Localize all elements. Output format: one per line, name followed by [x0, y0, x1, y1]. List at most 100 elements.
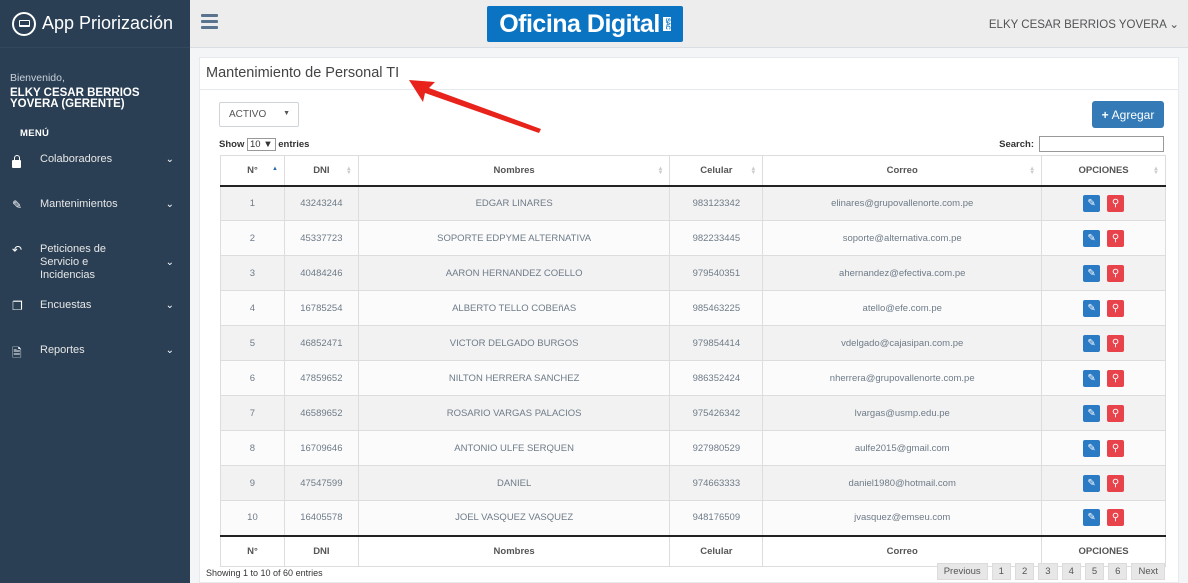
chevron-down-icon: ⌄ [165, 154, 174, 165]
cell-n: 7 [220, 395, 285, 431]
chevron-down-icon: ⌄ [1169, 19, 1179, 31]
cell-celular: 948176509 [669, 500, 764, 536]
col-header-dni[interactable]: DNI ▲ ▼ [283, 155, 359, 187]
table-row: 7 46589652 ROSARIO VARGAS PALACIOS 97542634… [220, 395, 1166, 431]
cell-correo: elinares@grupovallenorte.com.pe [762, 185, 1043, 221]
delete-button[interactable]: ⚲ [1107, 404, 1125, 422]
sidebar-item-label: Reportes [40, 344, 85, 356]
cell-dni: 43243244 [283, 185, 359, 221]
table-row: 10 16405578 JOEL VASQUEZ VASQUEZ 948176509 j… [220, 500, 1166, 536]
sidebar-item-encuestas[interactable]: ❐ Encuestas ⌄ [0, 299, 190, 344]
delete-icon: ⚲ [1111, 267, 1120, 279]
pencil-icon: ✎ [1087, 197, 1096, 209]
app-brand[interactable]: App Priorización [0, 0, 190, 48]
sidebar-item-reportes[interactable]: 🗎 Reportes ⌄ [0, 344, 190, 389]
user-menu-label: ELKY CESAR BERRIOS YOVERA [988, 19, 1167, 31]
cell-dni: 16785254 [283, 290, 359, 326]
col-header-n[interactable]: N° ▲ [220, 155, 285, 187]
logo-text: Oficina Digital [499, 9, 660, 38]
pencil-icon: ✎ [1087, 232, 1096, 244]
cell-dni: 47859652 [283, 360, 359, 396]
pagination-next[interactable]: Next [1131, 563, 1165, 580]
delete-button[interactable]: ⚲ [1107, 194, 1125, 212]
pagination-page[interactable]: 4 [1061, 563, 1081, 580]
pencil-icon: ✎ [1087, 372, 1096, 384]
footer-col-celular: Celular [669, 534, 764, 567]
pencil-icon: ✎ [1087, 477, 1096, 489]
edit-button[interactable]: ✎ [1083, 334, 1101, 352]
file-icon: 🗎 [12, 346, 22, 360]
search-input[interactable] [1039, 136, 1164, 152]
pagination-page[interactable]: 5 [1084, 563, 1105, 580]
delete-button[interactable]: ⚲ [1107, 334, 1125, 352]
page-length-select[interactable]: 10 ▼ [246, 138, 276, 151]
cell-nombres: JOEL VASQUEZ VASQUEZ [357, 500, 671, 536]
footer-col-correo: Correo [762, 534, 1043, 567]
edit-button[interactable]: ✎ [1083, 404, 1101, 422]
cell-correo: soporte@alternativa.com.pe [762, 220, 1043, 256]
pagination-previous[interactable]: Previous [936, 563, 988, 580]
edit-button[interactable]: ✎ [1083, 299, 1101, 317]
col-header-opciones[interactable]: OPCIONES ▲ ▼ [1041, 155, 1166, 187]
status-select[interactable]: ACTIVO ▼ [219, 102, 299, 127]
edit-button[interactable]: ✎ [1083, 474, 1101, 492]
cell-nombres: VICTOR DELGADO BURGOS [357, 325, 671, 361]
delete-icon: ⚲ [1111, 302, 1120, 314]
cell-celular: 979540351 [669, 255, 764, 291]
delete-button[interactable]: ⚲ [1107, 439, 1125, 457]
edit-button[interactable]: ✎ [1083, 194, 1101, 212]
cell-nombres: DANIEL [357, 465, 671, 501]
plus-icon: + [1101, 107, 1109, 122]
col-header-celular[interactable]: Celular ▲ ▼ [669, 155, 764, 187]
delete-icon: ⚲ [1111, 442, 1120, 454]
cell-correo: jvasquez@emseu.com [762, 500, 1043, 536]
table-info: Showing 1 to 10 of 60 entries [206, 568, 323, 578]
sidebar-item-mantenimientos[interactable]: ✎ Mantenimientos ⌄ [0, 198, 190, 243]
pagination-page[interactable]: 2 [1014, 563, 1035, 580]
delete-icon: ⚲ [1111, 407, 1120, 419]
menu-toggle-icon[interactable] [201, 14, 218, 32]
delete-button[interactable]: ⚲ [1107, 299, 1125, 317]
edit-icon: ✎ [12, 198, 23, 212]
cell-nombres: ALBERTO TELLO COBEñAS [357, 290, 671, 326]
cell-celular: 986352424 [669, 360, 764, 396]
sidebar-item-colaboradores[interactable]: Colaboradores ⌄ [0, 153, 190, 198]
cell-correo: nherrera@grupovallenorte.com.pe [762, 360, 1043, 396]
user-menu[interactable]: ELKY CESAR BERRIOS YOVERA ⌄ [989, 17, 1179, 31]
cell-opciones: ✎ ⚲ [1041, 395, 1166, 431]
col-header-correo[interactable]: Correo ▲ ▼ [762, 155, 1043, 187]
annotation-arrow-icon [409, 80, 541, 133]
delete-button[interactable]: ⚲ [1107, 229, 1125, 247]
page-length-control: Show 10 ▼ entries [219, 138, 309, 151]
delete-icon: ⚲ [1111, 477, 1120, 489]
welcome-text: Bienvenido, [10, 72, 65, 84]
delete-button[interactable]: ⚲ [1107, 369, 1125, 387]
delete-button[interactable]: ⚲ [1107, 264, 1125, 282]
edit-button[interactable]: ✎ [1083, 439, 1101, 457]
edit-button[interactable]: ✎ [1083, 369, 1101, 387]
add-button[interactable]: + Agregar [1092, 101, 1164, 128]
pagination-page[interactable]: 6 [1108, 563, 1128, 580]
table-row: 3 40484246 AARON HERNANDEZ COELLO 979540351… [220, 255, 1166, 291]
pencil-icon: ✎ [1087, 407, 1096, 419]
edit-button[interactable]: ✎ [1083, 229, 1101, 247]
edit-button[interactable]: ✎ [1083, 509, 1101, 527]
footer-col-n: N° [220, 534, 285, 567]
search-control: Search: [999, 136, 1164, 152]
delete-button[interactable]: ⚲ [1107, 474, 1125, 492]
cell-celular: 975426342 [669, 395, 764, 431]
sidebar: App Priorización Bienvenido, ELKY CESAR … [0, 0, 190, 583]
delete-button[interactable]: ⚲ [1107, 509, 1125, 527]
table-row: 8 16709646 ANTONIO ULFE SERQUEN 927980529 au… [220, 430, 1166, 466]
pagination-page[interactable]: 3 [1038, 563, 1058, 580]
delete-icon: ⚲ [1111, 337, 1120, 349]
chevron-down-icon: ⌄ [165, 199, 174, 210]
table-row: 4 16785254 ALBERTO TELLO COBEñAS 985463225 a… [220, 290, 1166, 326]
edit-button[interactable]: ✎ [1083, 264, 1101, 282]
sidebar-item-peticiones[interactable]: ↶ Peticiones de Servicio e Incidencias ⌄ [0, 243, 190, 299]
pagination-page[interactable]: 1 [991, 563, 1011, 580]
chevron-down-icon: ⌄ [165, 345, 174, 356]
col-header-nombres[interactable]: Nombres ▲ ▼ [357, 155, 671, 187]
cell-opciones: ✎ ⚲ [1041, 220, 1166, 256]
cell-n: 2 [220, 220, 285, 256]
